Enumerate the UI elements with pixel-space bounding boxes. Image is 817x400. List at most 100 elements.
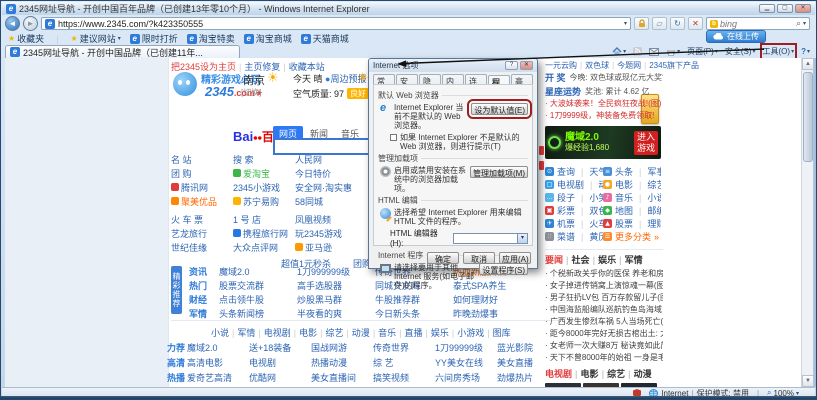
feed-link[interactable]: 半夜看的爽 xyxy=(297,307,375,320)
address-dropdown-icon[interactable]: ▾ xyxy=(624,20,627,27)
feed-link[interactable]: 魔域2.0 xyxy=(219,265,297,278)
quick-link-a[interactable]: 查询 xyxy=(557,165,575,178)
quick-link-b[interactable]: 理财 xyxy=(647,217,661,230)
favorites-item[interactable]: e淘宝商城 xyxy=(244,32,292,45)
feed-link[interactable]: 头条新闻榜 xyxy=(219,307,297,320)
bottom-link[interactable]: 搞笑视频 xyxy=(373,371,435,384)
site-link[interactable]: 携程旅行网 xyxy=(243,227,288,240)
maximize-button[interactable]: ▢ xyxy=(777,4,793,13)
site-link[interactable]: 搜 索 xyxy=(233,153,254,166)
help-menu[interactable]: ?▾ xyxy=(801,47,810,56)
news-tab-社会[interactable]: 社会 xyxy=(572,253,590,266)
home-button[interactable]: ▾ xyxy=(612,47,626,56)
bottom-link[interactable]: YY美女在线 xyxy=(435,356,497,369)
bottom-tab-1[interactable]: 小说 xyxy=(211,326,229,339)
back-button[interactable]: ◄ xyxy=(5,16,20,31)
feed-link[interactable]: 高手选股器 xyxy=(297,279,375,292)
news-item[interactable]: · 天下不曾8000年的始祖 一身是毛 xyxy=(545,352,663,364)
html-editor-select[interactable]: ▾ xyxy=(453,233,528,244)
feed-link[interactable]: 点击领牛股 xyxy=(219,293,297,306)
address-url[interactable]: https://www.2345.com/?k423350555 xyxy=(58,19,203,29)
quick-link-a[interactable]: 更多分类 xyxy=(615,230,651,243)
video-tab-电影[interactable]: 电影 xyxy=(581,367,599,380)
site-link[interactable]: 凤凰视频 xyxy=(295,213,331,226)
stop-icon[interactable]: ✕ xyxy=(688,17,703,30)
quick-link-b[interactable]: 邮编 xyxy=(647,204,661,217)
bottom-tab-4[interactable]: 电影 xyxy=(299,326,317,339)
feed-side-tab[interactable]: 精彩推荐 xyxy=(171,266,182,314)
quick-link-a[interactable]: 电影 xyxy=(615,178,633,191)
site-link[interactable]: 火 车 票 xyxy=(171,213,203,226)
news-tab-要闻[interactable]: 要闻 xyxy=(545,253,563,266)
bottom-row-label[interactable]: 高清 xyxy=(167,356,187,369)
feed-link[interactable]: 炒股黑马群 xyxy=(297,293,375,306)
ok-button[interactable]: 确定 xyxy=(427,252,459,264)
apply-button[interactable]: 应用(A) xyxy=(499,252,531,264)
select-caret-icon[interactable]: ▾ xyxy=(517,234,527,243)
quick-link[interactable]: …段子|小笑话 xyxy=(545,191,603,204)
site-link[interactable]: 团 购 xyxy=(171,167,192,180)
bottom-row-label[interactable]: 热播 xyxy=(167,371,187,384)
search-box[interactable]: b bing ⌕ ▾ xyxy=(706,17,810,30)
quick-link-a[interactable]: 头条 xyxy=(615,165,633,178)
quick-link-b[interactable]: 双色球 xyxy=(589,204,603,217)
site-link[interactable]: 世纪佳缘 xyxy=(171,241,207,254)
bottom-link[interactable]: 优酷网 xyxy=(249,371,311,384)
favorites-item[interactable]: ★收藏夹 xyxy=(8,32,44,45)
bottom-tab-5[interactable]: 综艺 xyxy=(325,326,343,339)
bottom-tab-8[interactable]: 直播 xyxy=(405,326,423,339)
scroll-up-icon[interactable]: ▲ xyxy=(802,58,814,70)
quick-link-a[interactable]: 股票 xyxy=(615,217,633,230)
quick-link[interactable]: ∷菜谱|黄历 xyxy=(545,230,603,243)
dialog-help-button[interactable]: ? xyxy=(505,61,518,70)
feed-category-label[interactable]: 财经 xyxy=(189,293,219,306)
quick-link[interactable]: ●电影|综艺 xyxy=(603,178,661,191)
enter-game-button[interactable]: 进入游戏 xyxy=(634,131,658,155)
site-link[interactable]: 今日特价 xyxy=(295,167,331,180)
feed-link[interactable]: 1刀999999级 xyxy=(297,265,375,278)
feed-link[interactable]: 昨晚劲爆事 xyxy=(453,307,531,320)
make-default-button[interactable]: 设为默认值(E) xyxy=(471,103,528,115)
page-menu[interactable]: 页面(P)▾ xyxy=(687,46,718,57)
bottom-link[interactable]: 六间房秀场 xyxy=(435,371,497,384)
quick-link[interactable]: ⊙查询|天气 xyxy=(545,165,603,178)
bottom-link[interactable]: 1刀99999级 xyxy=(435,341,497,354)
news-item[interactable]: · 女子掉进传销窝上演惊魂一幕(图) xyxy=(545,280,663,292)
close-button[interactable]: ✕ xyxy=(795,4,811,13)
checkbox-icon[interactable] xyxy=(390,134,397,141)
bottom-tab-2[interactable]: 军情 xyxy=(237,326,255,339)
site-link[interactable]: 聚美优品 xyxy=(181,195,217,208)
quick-link-a[interactable]: 段子 xyxy=(557,191,575,204)
bottom-tab-11[interactable]: 图库 xyxy=(493,326,511,339)
quick-link[interactable]: □电视剧|动漫 xyxy=(545,178,603,191)
quick-link[interactable]: ≡头条|军事 xyxy=(603,165,661,178)
site-link[interactable]: 爱淘宝 xyxy=(243,167,270,180)
dialog-close-button[interactable]: ✕ xyxy=(520,61,533,70)
feed-link[interactable]: 今日新头条 xyxy=(375,307,453,320)
quick-link-a[interactable]: 机票 xyxy=(557,217,575,230)
quick-link-b[interactable]: 军事 xyxy=(647,165,661,178)
feed-category-label[interactable]: 军情 xyxy=(189,307,219,320)
bottom-tab-6[interactable]: 动漫 xyxy=(352,326,370,339)
quick-link[interactable]: ▣彩票|双色球 xyxy=(545,204,603,217)
bottom-link[interactable]: 送+18装备 xyxy=(249,341,311,354)
site-link[interactable]: 人民网 xyxy=(295,153,322,166)
quick-link-a[interactable]: 彩票 xyxy=(557,204,575,217)
feed-category-label[interactable]: 热门 xyxy=(189,279,219,292)
print-button[interactable]: ▾ xyxy=(666,47,680,56)
quick-link[interactable]: ▲股票|理财 xyxy=(603,217,661,230)
video-tab-动漫[interactable]: 动漫 xyxy=(634,367,652,380)
quick-link[interactable]: ♪音乐|小说 xyxy=(603,191,661,204)
site-link[interactable]: 艺龙旅行 xyxy=(171,227,207,240)
sidebar-hot-link[interactable]: · 1刀9999级，神装备免费领取! xyxy=(545,110,663,122)
quick-link-b[interactable]: 火车票 xyxy=(589,217,603,230)
quick-link-b[interactable]: 黄历 xyxy=(589,230,603,243)
search-provider-dropdown-icon[interactable]: ▾ xyxy=(803,20,806,27)
quick-link-a[interactable]: 菜谱 xyxy=(557,230,575,243)
video-tab-电视剧[interactable]: 电视剧 xyxy=(545,367,572,380)
browser-tab[interactable]: e 2345网址导航 - 开创中国品牌（已创建11年... xyxy=(5,45,240,58)
site-link[interactable]: 名 站 xyxy=(171,153,192,166)
search-magnifier-icon[interactable]: ⌕ xyxy=(796,18,801,29)
favorites-item[interactable]: e天猫商城 xyxy=(301,32,349,45)
scrollbar-thumb[interactable] xyxy=(803,72,813,162)
